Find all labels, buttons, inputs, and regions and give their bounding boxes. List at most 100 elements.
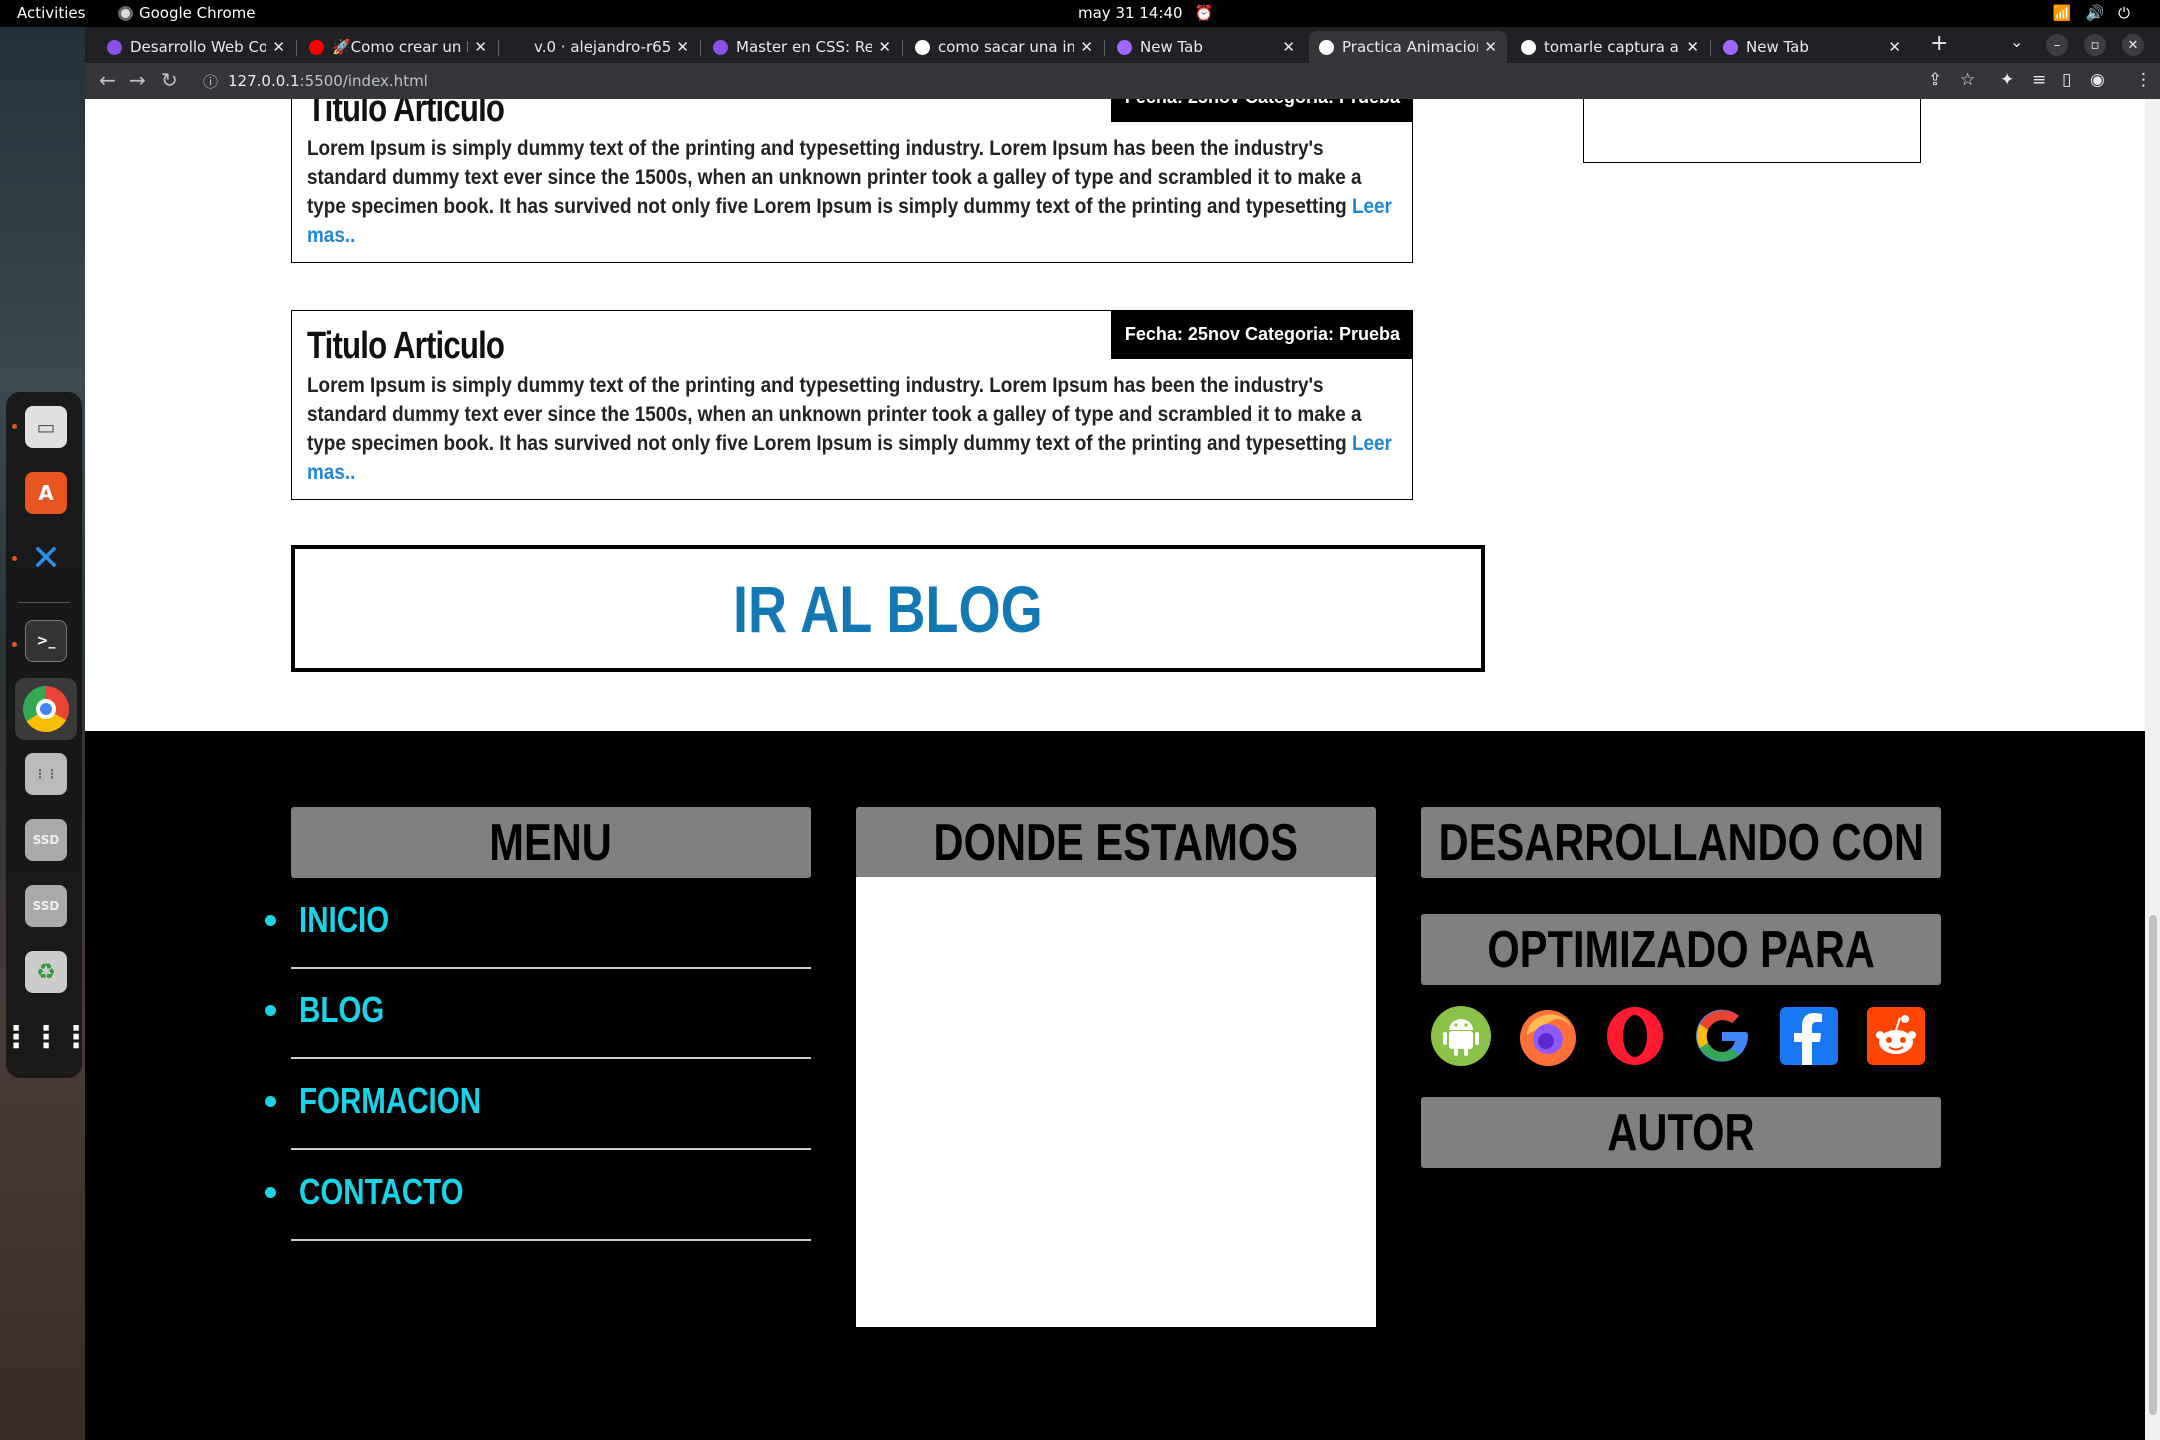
tab-title: v.0 · alejandro-r65f/ <box>534 38 671 56</box>
article-text: Lorem Ipsum is simply dummy text of the … <box>307 374 1362 455</box>
forward-icon[interactable]: → <box>129 68 146 92</box>
article-body: Lorem Ipsum is simply dummy text of the … <box>307 371 1405 487</box>
minimize-button[interactable]: – <box>2046 34 2068 56</box>
go-to-blog-label: IR AL BLOG <box>733 571 1043 646</box>
tab-favicon-icon <box>1117 39 1132 55</box>
article-title: Titulo Articulo <box>307 325 505 367</box>
page-scrollbar[interactable] <box>2145 99 2160 1440</box>
app-name: Google Chrome <box>139 4 256 22</box>
activities-button[interactable]: Activities <box>17 4 85 22</box>
system-top-bar: Activities Google Chrome may 31 14:40 ⏰ … <box>0 0 2160 27</box>
show-apps-icon[interactable]: ⋮⋮⋮ <box>1 1016 91 1058</box>
running-indicator <box>12 556 17 561</box>
tab-close-icon[interactable]: ✕ <box>272 38 285 56</box>
site-info-icon[interactable]: ⓘ <box>203 71 218 92</box>
trash-icon[interactable]: ♻ <box>25 951 67 993</box>
article-text: Lorem Ipsum is simply dummy text of the … <box>307 137 1362 218</box>
tab-favicon-icon <box>1319 39 1334 55</box>
new-tab-button[interactable]: + <box>1930 31 1948 56</box>
system-tray[interactable]: 📶 🔊 ⏻ <box>2053 4 2130 22</box>
ssd-icon[interactable]: SSD <box>25 819 67 861</box>
tab-close-icon[interactable]: ✕ <box>1282 38 1295 56</box>
side-panel-icon[interactable]: ▯ <box>2062 70 2071 90</box>
footer-menu-item-formacion[interactable]: FORMACION <box>265 1060 811 1150</box>
back-icon[interactable]: ← <box>99 68 116 92</box>
footer-menu-heading: MENU <box>291 807 811 878</box>
tab-separator <box>700 40 701 56</box>
tab-close-icon[interactable]: ✕ <box>878 38 891 56</box>
tab-close-icon[interactable]: ✕ <box>1686 38 1699 56</box>
alarm-icon: ⏰ <box>1194 4 1214 22</box>
browser-tab[interactable]: New Tab ✕ <box>1107 31 1305 63</box>
reading-list-icon[interactable]: ≡ <box>2032 70 2046 90</box>
android-icon <box>1430 1005 1492 1067</box>
browser-tab[interactable]: v.0 · alejandro-r65f/ ✕ <box>501 31 699 63</box>
browser-tab[interactable]: 🚀Como crear un Re ✕ <box>299 31 497 63</box>
opera-icon <box>1604 1005 1666 1067</box>
tab-title: 🚀Como crear un Re <box>332 38 468 56</box>
software-center-icon[interactable]: A <box>25 472 67 514</box>
scrollbar-thumb[interactable] <box>2149 915 2157 1415</box>
files-icon[interactable]: ▭ <box>25 406 67 448</box>
tab-favicon-icon <box>1723 39 1738 55</box>
tab-close-icon[interactable]: ✕ <box>1888 38 1901 56</box>
ssd-icon[interactable]: SSD <box>25 885 67 927</box>
browser-tab[interactable]: tomarle captura a un ✕ <box>1511 31 1709 63</box>
tab-close-icon[interactable]: ✕ <box>1080 38 1093 56</box>
reload-icon[interactable]: ↻ <box>161 68 178 92</box>
chrome-app-icon <box>118 5 133 21</box>
location-map[interactable] <box>856 877 1376 1327</box>
browser-tab[interactable]: Master en CSS: Resp ✕ <box>703 31 901 63</box>
chrome-icon[interactable] <box>15 678 77 740</box>
url-path: :5500/index.html <box>299 72 428 90</box>
tab-title: Practica Animacione <box>1342 38 1478 56</box>
footer-menu-label: FORMACION <box>299 1080 482 1121</box>
tab-search-icon[interactable]: ⌄ <box>2010 32 2023 51</box>
footer-menu-label: BLOG <box>299 989 385 1030</box>
reddit-icon <box>1865 1005 1927 1067</box>
browser-tab[interactable]: Practica Animacione ✕ <box>1309 31 1507 63</box>
volume-icon: 🔊 <box>2085 4 2105 22</box>
extensions-icon[interactable]: ✦ <box>2000 70 2014 90</box>
article-card: Titulo Articulo Fecha: 25nov Categoria: … <box>291 310 1413 500</box>
tab-title: Desarrollo Web Com <box>130 38 267 56</box>
running-indicator <box>12 424 17 429</box>
address-bar[interactable]: ⓘ 127.0.0.1:5500/index.html <box>203 67 2058 95</box>
close-window-button[interactable]: ✕ <box>2122 34 2144 56</box>
go-to-blog-button[interactable]: IR AL BLOG <box>291 545 1485 672</box>
tab-title: tomarle captura a un <box>1544 38 1680 56</box>
clock[interactable]: may 31 14:40 ⏰ <box>1078 4 1213 22</box>
vscode-icon[interactable]: ✕ <box>25 537 67 579</box>
footer-menu-item-blog[interactable]: BLOG <box>265 969 811 1059</box>
footer-optimized-title: OPTIMIZADO PARA <box>1487 920 1875 979</box>
tab-title: como sacar una imag <box>938 38 1075 56</box>
tab-favicon-icon <box>309 39 324 55</box>
article-title: Titulo Articulo <box>307 99 505 130</box>
tab-close-icon[interactable]: ✕ <box>474 38 487 56</box>
tab-separator <box>1104 40 1105 56</box>
browser-tab[interactable]: como sacar una imag ✕ <box>905 31 1103 63</box>
browser-tab[interactable]: Desarrollo Web Com ✕ <box>97 31 295 63</box>
article-meta: Fecha: 25nov Categoria: Prueba <box>1110 311 1412 359</box>
tab-separator <box>498 40 499 56</box>
facebook-icon <box>1778 1005 1840 1067</box>
app-menu[interactable]: Google Chrome <box>118 4 256 22</box>
footer-optimized-heading: OPTIMIZADO PARA <box>1421 914 1941 985</box>
tab-close-icon[interactable]: ✕ <box>1484 38 1497 56</box>
chrome-menu-icon[interactable]: ⋮ <box>2135 70 2152 90</box>
footer-menu-item-contacto[interactable]: CONTACTO <box>265 1151 811 1241</box>
footer-menu-item-inicio[interactable]: INICIO <box>265 879 811 969</box>
tab-strip: Desarrollo Web Com✕🚀Como crear un Re✕v.0… <box>85 27 2160 63</box>
footer-author-title: AUTOR <box>1607 1103 1755 1162</box>
browser-tab[interactable]: New Tab ✕ <box>1713 31 1911 63</box>
tab-close-icon[interactable]: ✕ <box>676 38 689 56</box>
article-meta: Fecha: 25nov Categoria: Prueba <box>1110 99 1412 122</box>
restore-button[interactable]: ▫ <box>2084 34 2106 56</box>
tab-favicon-icon <box>1521 39 1536 55</box>
footer-menu-label: INICIO <box>299 899 390 940</box>
terminal-icon[interactable]: >_ <box>25 620 67 662</box>
profile-icon[interactable]: ◉ <box>2090 70 2105 90</box>
bookmark-star-icon[interactable]: ☆ <box>1960 70 1975 90</box>
share-icon[interactable]: ⇪ <box>1928 70 1942 90</box>
drive-icon[interactable]: ⋮⋮ <box>25 753 67 795</box>
